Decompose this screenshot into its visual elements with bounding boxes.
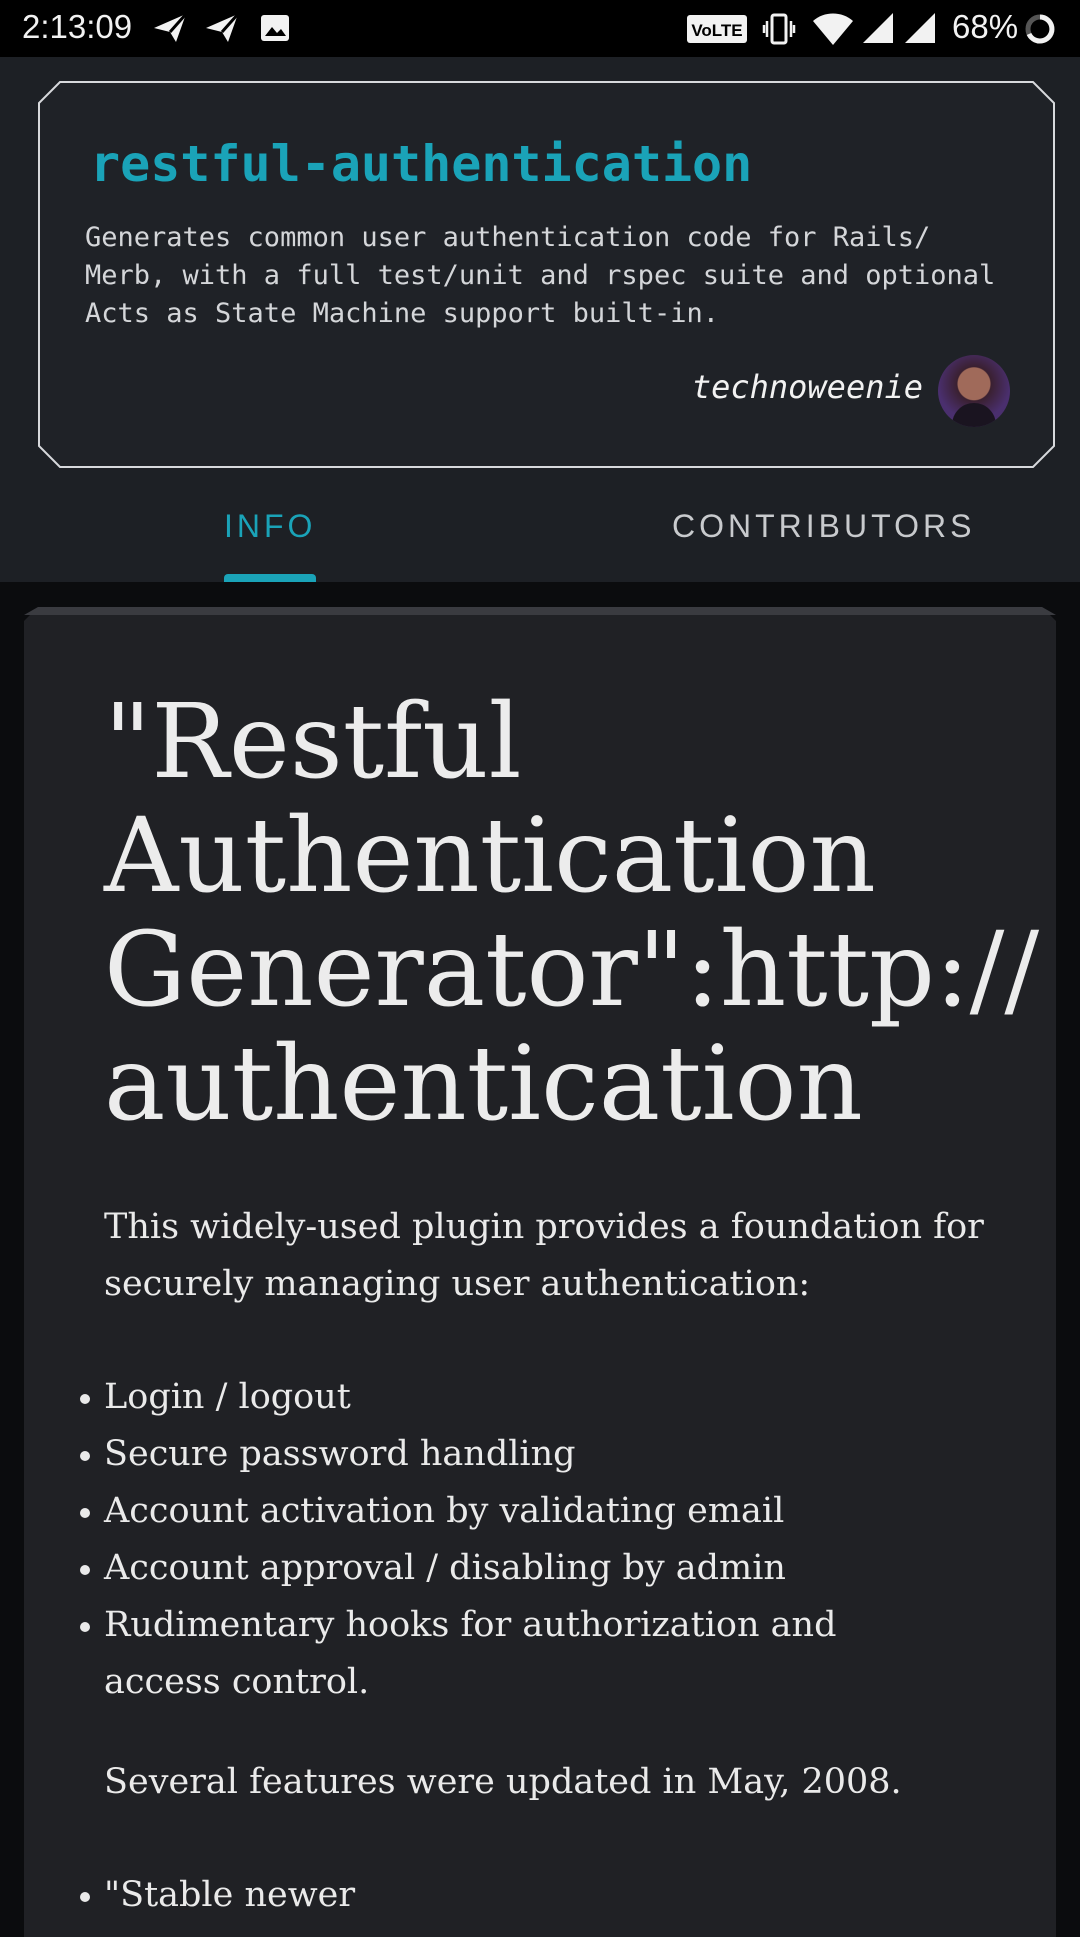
repo-name: restful-authentication bbox=[90, 135, 753, 193]
signal-icon bbox=[863, 13, 893, 43]
status-bar: 2:13:09 VoLTE 68% bbox=[0, 0, 1080, 57]
readme-updated-note: Several features were updated in May, 20… bbox=[104, 1762, 902, 1802]
wifi-icon bbox=[813, 13, 853, 45]
list-item: Account activation by validating email bbox=[104, 1483, 964, 1540]
signal-icon bbox=[905, 13, 935, 43]
list-item: Rudimentary hooks for authorization and … bbox=[104, 1597, 964, 1711]
avatar[interactable] bbox=[938, 355, 1010, 427]
readme-card[interactable]: "Restful Authentication Generator":http:… bbox=[24, 607, 1056, 1937]
feature-list: Login / logout Secure password handling … bbox=[104, 1369, 964, 1711]
send-icon bbox=[154, 13, 188, 42]
volte-icon: VoLTE bbox=[687, 15, 747, 43]
readme-card-edge bbox=[24, 607, 1056, 615]
repo-card: restful-authentication Generates common … bbox=[38, 81, 1055, 468]
readme-title: "Restful Authentication Generator":http:… bbox=[104, 682, 1040, 1144]
bottom-list: "Stable newer bbox=[104, 1867, 355, 1924]
tab-info[interactable]: INFO bbox=[224, 508, 316, 545]
list-item: "Stable newer bbox=[104, 1867, 355, 1924]
list-item: Login / logout bbox=[104, 1369, 964, 1426]
tab-contributors[interactable]: CONTRIBUTORS bbox=[672, 508, 975, 545]
tab-indicator bbox=[224, 574, 316, 582]
repo-description: Generates common user authentication cod… bbox=[85, 222, 996, 329]
author-name[interactable]: technoweenie bbox=[692, 368, 923, 406]
battery-icon bbox=[1025, 14, 1055, 44]
image-icon bbox=[261, 15, 289, 41]
battery-percentage: 68% bbox=[952, 8, 1019, 45]
list-item: Account approval / disabling by admin bbox=[104, 1540, 964, 1597]
tab-bar: INFO CONTRIBUTORS bbox=[0, 468, 1080, 582]
readme-intro: This widely-used plugin provides a found… bbox=[104, 1207, 984, 1304]
list-item: Secure password handling bbox=[104, 1426, 964, 1483]
send-icon bbox=[206, 13, 240, 42]
status-time: 2:13:09 bbox=[22, 8, 133, 45]
vibrate-icon bbox=[762, 13, 796, 45]
volte-label: VoLTE bbox=[691, 21, 742, 40]
